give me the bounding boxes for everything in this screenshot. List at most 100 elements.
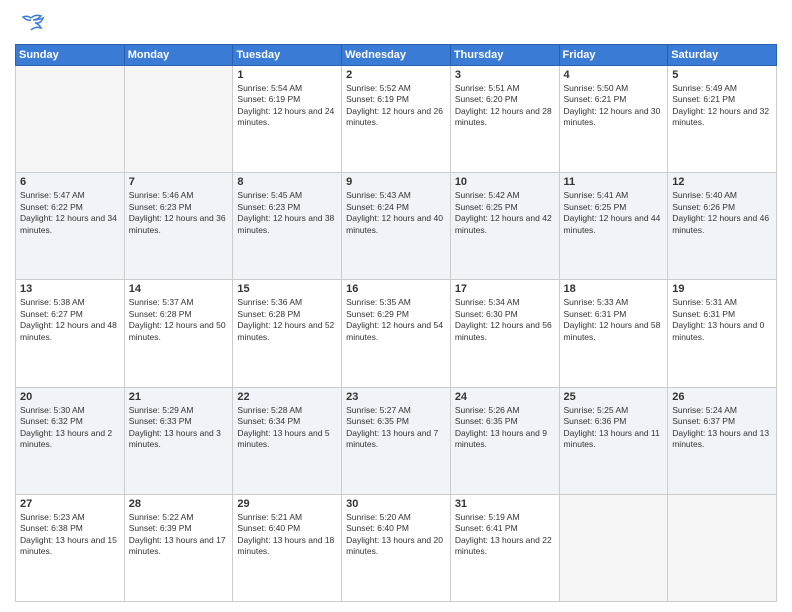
day-number: 9 <box>346 176 446 188</box>
day-number: 21 <box>129 391 229 403</box>
calendar-week-1: 1 Sunrise: 5:54 AM Sunset: 6:19 PM Daylig… <box>16 66 777 173</box>
day-info: Sunrise: 5:23 AM Sunset: 6:38 PM Dayligh… <box>20 512 120 558</box>
day-number: 19 <box>672 283 772 295</box>
calendar-cell: 3Sunrise: 5:51 AM Sunset: 6:20 PM Daylig… <box>450 66 559 173</box>
calendar-cell: 23Sunrise: 5:27 AM Sunset: 6:35 PM Dayli… <box>342 387 451 494</box>
day-info: Sunrise: 5:41 AM Sunset: 6:25 PM Dayligh… <box>564 190 664 236</box>
day-number: 13 <box>20 283 120 295</box>
calendar-table: SundayMondayTuesdayWednesdayThursdayFrid… <box>15 44 777 602</box>
calendar-cell: 22 Sunrise: 5:28 AM Sunset: 6:34 PM Dayli… <box>233 387 342 494</box>
day-info: Sunrise: 5:52 AM Sunset: 6:19 PM Dayligh… <box>346 83 446 129</box>
weekday-header-tuesday: Tuesday <box>233 45 342 66</box>
calendar-cell: 21 Sunrise: 5:29 AM Sunset: 6:33 PM Dayli… <box>124 387 233 494</box>
calendar-cell: 6 Sunrise: 5:47 AM Sunset: 6:22 PM Daylig… <box>16 173 125 280</box>
weekday-header-thursday: Thursday <box>450 45 559 66</box>
calendar-cell: 4 Sunrise: 5:50 AM Sunset: 6:21 PM Daylig… <box>559 66 668 173</box>
calendar-cell: 5 Sunrise: 5:49 AM Sunset: 6:21 PM Daylig… <box>668 66 777 173</box>
day-number: 28 <box>129 498 229 510</box>
day-number: 24 <box>455 391 555 403</box>
calendar-week-5: 27 Sunrise: 5:23 AM Sunset: 6:38 PM Dayli… <box>16 494 777 601</box>
day-info: Sunrise: 5:35 AM Sunset: 6:29 PM Dayligh… <box>346 297 446 343</box>
day-number: 26 <box>672 391 772 403</box>
day-number: 5 <box>672 69 772 81</box>
day-number: 7 <box>129 176 229 188</box>
calendar-cell <box>124 66 233 173</box>
day-info: Sunrise: 5:43 AM Sunset: 6:24 PM Dayligh… <box>346 190 446 236</box>
weekday-header-monday: Monday <box>124 45 233 66</box>
day-info: Sunrise: 5:33 AM Sunset: 6:31 PM Dayligh… <box>564 297 664 343</box>
day-number: 31 <box>455 498 555 510</box>
day-number: 16 <box>346 283 446 295</box>
calendar-cell: 17 Sunrise: 5:34 AM Sunset: 6:30 PM Dayli… <box>450 280 559 387</box>
day-info: Sunrise: 5:50 AM Sunset: 6:21 PM Dayligh… <box>564 83 664 129</box>
day-number: 30 <box>346 498 446 510</box>
day-info: Sunrise: 5:36 AM Sunset: 6:28 PM Dayligh… <box>237 297 337 343</box>
calendar-cell: 28Sunrise: 5:22 AM Sunset: 6:39 PM Dayli… <box>124 494 233 601</box>
day-info: Sunrise: 5:29 AM Sunset: 6:33 PM Dayligh… <box>129 405 229 451</box>
weekday-header-friday: Friday <box>559 45 668 66</box>
day-number: 27 <box>20 498 120 510</box>
day-number: 22 <box>237 391 337 403</box>
day-info: Sunrise: 5:38 AM Sunset: 6:27 PM Dayligh… <box>20 297 120 343</box>
day-info: Sunrise: 5:34 AM Sunset: 6:30 PM Dayligh… <box>455 297 555 343</box>
calendar-cell: 29 Sunrise: 5:21 AM Sunset: 6:40 PM Dayli… <box>233 494 342 601</box>
calendar-cell: 11 Sunrise: 5:41 AM Sunset: 6:25 PM Dayli… <box>559 173 668 280</box>
day-info: Sunrise: 5:54 AM Sunset: 6:19 PM Dayligh… <box>237 83 337 129</box>
header <box>15 10 777 38</box>
calendar-cell: 14 Sunrise: 5:37 AM Sunset: 6:28 PM Dayli… <box>124 280 233 387</box>
day-number: 14 <box>129 283 229 295</box>
day-info: Sunrise: 5:27 AM Sunset: 6:35 PM Dayligh… <box>346 405 446 451</box>
calendar-cell: 18 Sunrise: 5:33 AM Sunset: 6:31 PM Dayli… <box>559 280 668 387</box>
calendar-cell: 25 Sunrise: 5:25 AM Sunset: 6:36 PM Dayli… <box>559 387 668 494</box>
day-info: Sunrise: 5:45 AM Sunset: 6:23 PM Dayligh… <box>237 190 337 236</box>
day-info: Sunrise: 5:26 AM Sunset: 6:35 PM Dayligh… <box>455 405 555 451</box>
calendar-cell: 8Sunrise: 5:45 AM Sunset: 6:23 PM Daylig… <box>233 173 342 280</box>
day-info: Sunrise: 5:46 AM Sunset: 6:23 PM Dayligh… <box>129 190 229 236</box>
day-info: Sunrise: 5:21 AM Sunset: 6:40 PM Dayligh… <box>237 512 337 558</box>
calendar-cell: 24 Sunrise: 5:26 AM Sunset: 6:35 PM Dayli… <box>450 387 559 494</box>
calendar-cell <box>668 494 777 601</box>
day-number: 3 <box>455 69 555 81</box>
calendar-cell <box>16 66 125 173</box>
calendar-cell <box>559 494 668 601</box>
day-number: 29 <box>237 498 337 510</box>
day-info: Sunrise: 5:49 AM Sunset: 6:21 PM Dayligh… <box>672 83 772 129</box>
calendar-week-3: 13 Sunrise: 5:38 AM Sunset: 6:27 PM Dayli… <box>16 280 777 387</box>
calendar-cell: 31Sunrise: 5:19 AM Sunset: 6:41 PM Dayli… <box>450 494 559 601</box>
day-info: Sunrise: 5:40 AM Sunset: 6:26 PM Dayligh… <box>672 190 772 236</box>
day-info: Sunrise: 5:24 AM Sunset: 6:37 PM Dayligh… <box>672 405 772 451</box>
day-number: 1 <box>237 69 337 81</box>
calendar-cell: 2Sunrise: 5:52 AM Sunset: 6:19 PM Daylig… <box>342 66 451 173</box>
weekday-header-sunday: Sunday <box>16 45 125 66</box>
day-number: 15 <box>237 283 337 295</box>
calendar-week-2: 6 Sunrise: 5:47 AM Sunset: 6:22 PM Daylig… <box>16 173 777 280</box>
calendar-cell: 19Sunrise: 5:31 AM Sunset: 6:31 PM Dayli… <box>668 280 777 387</box>
calendar-cell: 26 Sunrise: 5:24 AM Sunset: 6:37 PM Dayli… <box>668 387 777 494</box>
day-number: 25 <box>564 391 664 403</box>
weekday-header-wednesday: Wednesday <box>342 45 451 66</box>
day-info: Sunrise: 5:47 AM Sunset: 6:22 PM Dayligh… <box>20 190 120 236</box>
day-info: Sunrise: 5:42 AM Sunset: 6:25 PM Dayligh… <box>455 190 555 236</box>
day-number: 18 <box>564 283 664 295</box>
calendar-cell: 15 Sunrise: 5:36 AM Sunset: 6:28 PM Dayli… <box>233 280 342 387</box>
calendar-cell: 1 Sunrise: 5:54 AM Sunset: 6:19 PM Daylig… <box>233 66 342 173</box>
day-number: 17 <box>455 283 555 295</box>
day-info: Sunrise: 5:25 AM Sunset: 6:36 PM Dayligh… <box>564 405 664 451</box>
day-number: 11 <box>564 176 664 188</box>
calendar-cell: 20 Sunrise: 5:30 AM Sunset: 6:32 PM Dayli… <box>16 387 125 494</box>
day-info: Sunrise: 5:20 AM Sunset: 6:40 PM Dayligh… <box>346 512 446 558</box>
day-number: 20 <box>20 391 120 403</box>
day-info: Sunrise: 5:37 AM Sunset: 6:28 PM Dayligh… <box>129 297 229 343</box>
calendar-cell: 10Sunrise: 5:42 AM Sunset: 6:25 PM Dayli… <box>450 173 559 280</box>
day-info: Sunrise: 5:28 AM Sunset: 6:34 PM Dayligh… <box>237 405 337 451</box>
calendar-cell: 9 Sunrise: 5:43 AM Sunset: 6:24 PM Daylig… <box>342 173 451 280</box>
day-number: 12 <box>672 176 772 188</box>
day-number: 4 <box>564 69 664 81</box>
calendar-cell: 12 Sunrise: 5:40 AM Sunset: 6:26 PM Dayli… <box>668 173 777 280</box>
day-number: 6 <box>20 176 120 188</box>
page: SundayMondayTuesdayWednesdayThursdayFrid… <box>0 0 792 612</box>
calendar-cell: 13 Sunrise: 5:38 AM Sunset: 6:27 PM Dayli… <box>16 280 125 387</box>
day-info: Sunrise: 5:30 AM Sunset: 6:32 PM Dayligh… <box>20 405 120 451</box>
calendar-cell: 16 Sunrise: 5:35 AM Sunset: 6:29 PM Dayli… <box>342 280 451 387</box>
weekday-header-row: SundayMondayTuesdayWednesdayThursdayFrid… <box>16 45 777 66</box>
